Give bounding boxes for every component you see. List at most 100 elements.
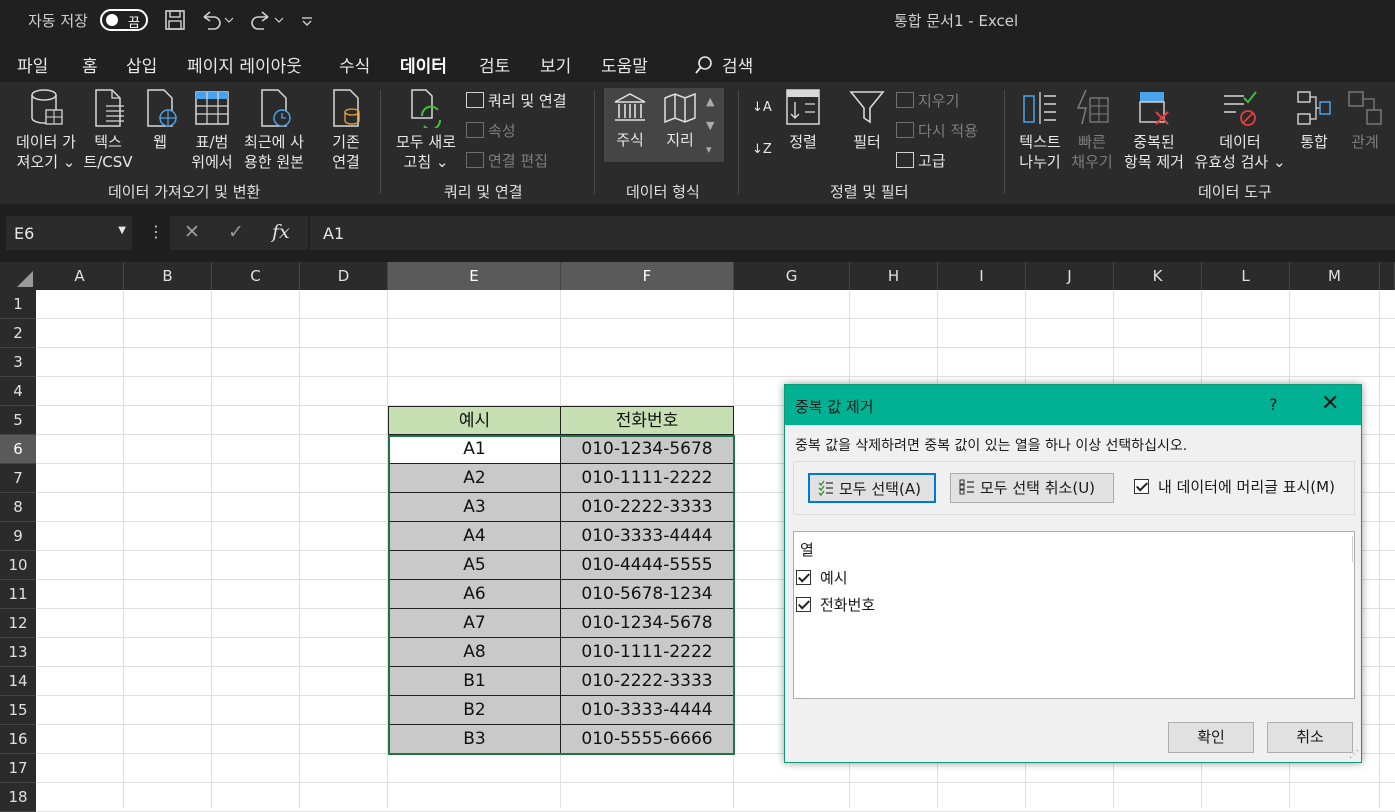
column-header[interactable]: B xyxy=(124,262,212,290)
cancel-entry-icon[interactable]: ✕ xyxy=(184,221,200,243)
column-checkbox-example[interactable]: 예시 xyxy=(796,567,848,588)
column-checkbox-phone[interactable]: 전화번호 xyxy=(796,594,875,615)
row-header[interactable]: 13 xyxy=(0,638,36,667)
tab-review[interactable]: 검토 xyxy=(479,52,510,77)
insert-function-icon[interactable]: fx xyxy=(272,221,290,243)
tab-data[interactable]: 데이터 xyxy=(400,52,447,85)
table-cell[interactable]: A6 xyxy=(388,580,561,609)
stocks-button[interactable]: 주식 xyxy=(606,92,654,150)
table-cell[interactable]: 010-2222-3333 xyxy=(561,667,734,696)
sort-descending-button[interactable]: ↓Z xyxy=(752,140,772,160)
table-cell[interactable]: A4 xyxy=(388,522,561,551)
name-box-dropdown-icon[interactable]: ▼ xyxy=(118,225,126,236)
column-header[interactable]: I xyxy=(938,262,1026,290)
table-header-cell[interactable]: 예시 xyxy=(388,406,561,435)
tab-file[interactable]: 파일 xyxy=(17,52,48,77)
filter-button[interactable]: 필터 xyxy=(846,88,888,152)
column-header[interactable]: M xyxy=(1290,262,1380,290)
table-cell[interactable]: B1 xyxy=(388,667,561,696)
row-header[interactable]: 16 xyxy=(0,725,36,754)
table-cell[interactable]: 010-2222-3333 xyxy=(561,493,734,522)
table-header-cell[interactable]: 전화번호 xyxy=(561,406,734,435)
table-cell[interactable]: 010-3333-4444 xyxy=(561,522,734,551)
column-header[interactable]: J xyxy=(1026,262,1114,290)
tab-formulas[interactable]: 수식 xyxy=(339,52,370,77)
search-box[interactable]: 검색 xyxy=(694,52,753,77)
table-cell[interactable]: A3 xyxy=(388,493,561,522)
tab-help[interactable]: 도움말 xyxy=(601,52,648,77)
data-validation-button[interactable]: 데이터 유효성 검사 ⌄ xyxy=(1192,88,1288,172)
save-icon[interactable] xyxy=(164,9,186,36)
existing-connections-button[interactable]: 기존 연결 xyxy=(322,88,370,172)
columns-list[interactable]: 열 예시 전화번호 xyxy=(793,531,1355,699)
edit-links-button[interactable]: 연결 편집 xyxy=(466,151,548,171)
select-all-button[interactable]: 모두 선택(A) xyxy=(808,473,936,503)
row-header[interactable]: 14 xyxy=(0,667,36,696)
table-cell[interactable]: A8 xyxy=(388,638,561,667)
table-cell[interactable]: A5 xyxy=(388,551,561,580)
table-cell[interactable]: 010-5678-1234 xyxy=(561,580,734,609)
row-header[interactable]: 9 xyxy=(0,522,36,551)
column-header[interactable]: D xyxy=(300,262,388,290)
tab-insert[interactable]: 삽입 xyxy=(126,52,157,77)
resize-grip-icon[interactable]: ⋰ xyxy=(1349,749,1359,760)
sort-button[interactable]: 정렬 xyxy=(782,88,824,152)
ok-button[interactable]: 확인 xyxy=(1168,722,1254,753)
row-header[interactable]: 5 xyxy=(0,406,36,435)
row-header[interactable]: 8 xyxy=(0,493,36,522)
help-button[interactable]: ? xyxy=(1269,395,1278,414)
gallery-scroll[interactable]: ▲ ▼ ▾ xyxy=(706,90,714,162)
reapply-button[interactable]: 다시 적용 xyxy=(896,121,978,141)
table-cell[interactable]: 010-3333-4444 xyxy=(561,696,734,725)
text-csv-button[interactable]: 텍스 트/CSV xyxy=(82,88,134,172)
consolidate-button[interactable]: 통합 xyxy=(1292,88,1336,152)
row-header[interactable]: 12 xyxy=(0,609,36,638)
column-header[interactable]: H xyxy=(850,262,938,290)
column-header[interactable]: A xyxy=(36,262,124,290)
more-options-icon[interactable]: ⋮ xyxy=(148,222,164,241)
column-header[interactable]: F xyxy=(561,262,734,290)
geography-button[interactable]: 지리 xyxy=(656,92,704,150)
flash-fill-button[interactable]: 빠른 채우기 xyxy=(1068,88,1116,172)
has-headers-checkbox[interactable]: 내 데이터에 머리글 표시(M) xyxy=(1134,476,1335,497)
customize-quick-access-icon[interactable] xyxy=(300,9,314,36)
table-cell[interactable]: 010-1234-5678 xyxy=(561,435,734,464)
recent-sources-button[interactable]: 최근에 사 용한 원본 xyxy=(238,88,310,172)
table-cell[interactable]: 010-5555-6666 xyxy=(561,725,734,754)
from-table-button[interactable]: 표/범 위에서 xyxy=(186,88,238,172)
column-header[interactable]: E xyxy=(388,262,561,290)
table-cell[interactable]: A2 xyxy=(388,464,561,493)
clear-filter-button[interactable]: 지우기 xyxy=(896,91,959,111)
row-header[interactable]: 7 xyxy=(0,464,36,493)
tab-view[interactable]: 보기 xyxy=(540,52,571,77)
table-cell[interactable]: 010-4444-5555 xyxy=(561,551,734,580)
row-header[interactable]: 4 xyxy=(0,377,36,406)
row-header[interactable]: 6 xyxy=(0,435,36,464)
column-header[interactable]: C xyxy=(212,262,300,290)
table-cell[interactable]: B3 xyxy=(388,725,561,754)
row-header[interactable]: 11 xyxy=(0,580,36,609)
row-header[interactable]: 3 xyxy=(0,348,36,377)
get-data-button[interactable]: 데이터 가 져오기 ⌄ xyxy=(10,88,82,172)
table-cell[interactable]: A7 xyxy=(388,609,561,638)
from-web-button[interactable]: 웹 xyxy=(138,88,182,152)
row-header[interactable]: 1 xyxy=(0,290,36,319)
redo-icon[interactable] xyxy=(250,9,284,36)
row-header[interactable]: 2 xyxy=(0,319,36,348)
column-header[interactable]: G xyxy=(734,262,850,290)
queries-connections-button[interactable]: 쿼리 및 연결 xyxy=(466,91,567,111)
column-header[interactable]: L xyxy=(1202,262,1290,290)
sort-ascending-button[interactable]: ↓A xyxy=(752,98,772,118)
confirm-entry-icon[interactable]: ✓ xyxy=(228,221,244,243)
tab-page-layout[interactable]: 페이지 레이아웃 xyxy=(187,52,302,77)
row-header[interactable]: 15 xyxy=(0,696,36,725)
active-cell[interactable]: A1 xyxy=(388,435,561,464)
name-box[interactable]: E6 ▼ xyxy=(6,216,132,250)
row-header[interactable]: 10 xyxy=(0,551,36,580)
table-cell[interactable]: B2 xyxy=(388,696,561,725)
table-cell[interactable]: 010-1111-2222 xyxy=(561,464,734,493)
formula-input[interactable]: A1 xyxy=(310,216,1395,250)
autosave-toggle[interactable]: 끔 xyxy=(100,9,148,31)
remove-duplicates-button[interactable]: 중복된 항목 제거 xyxy=(1118,88,1190,172)
text-to-columns-button[interactable]: 텍스트 나누기 xyxy=(1012,88,1068,172)
